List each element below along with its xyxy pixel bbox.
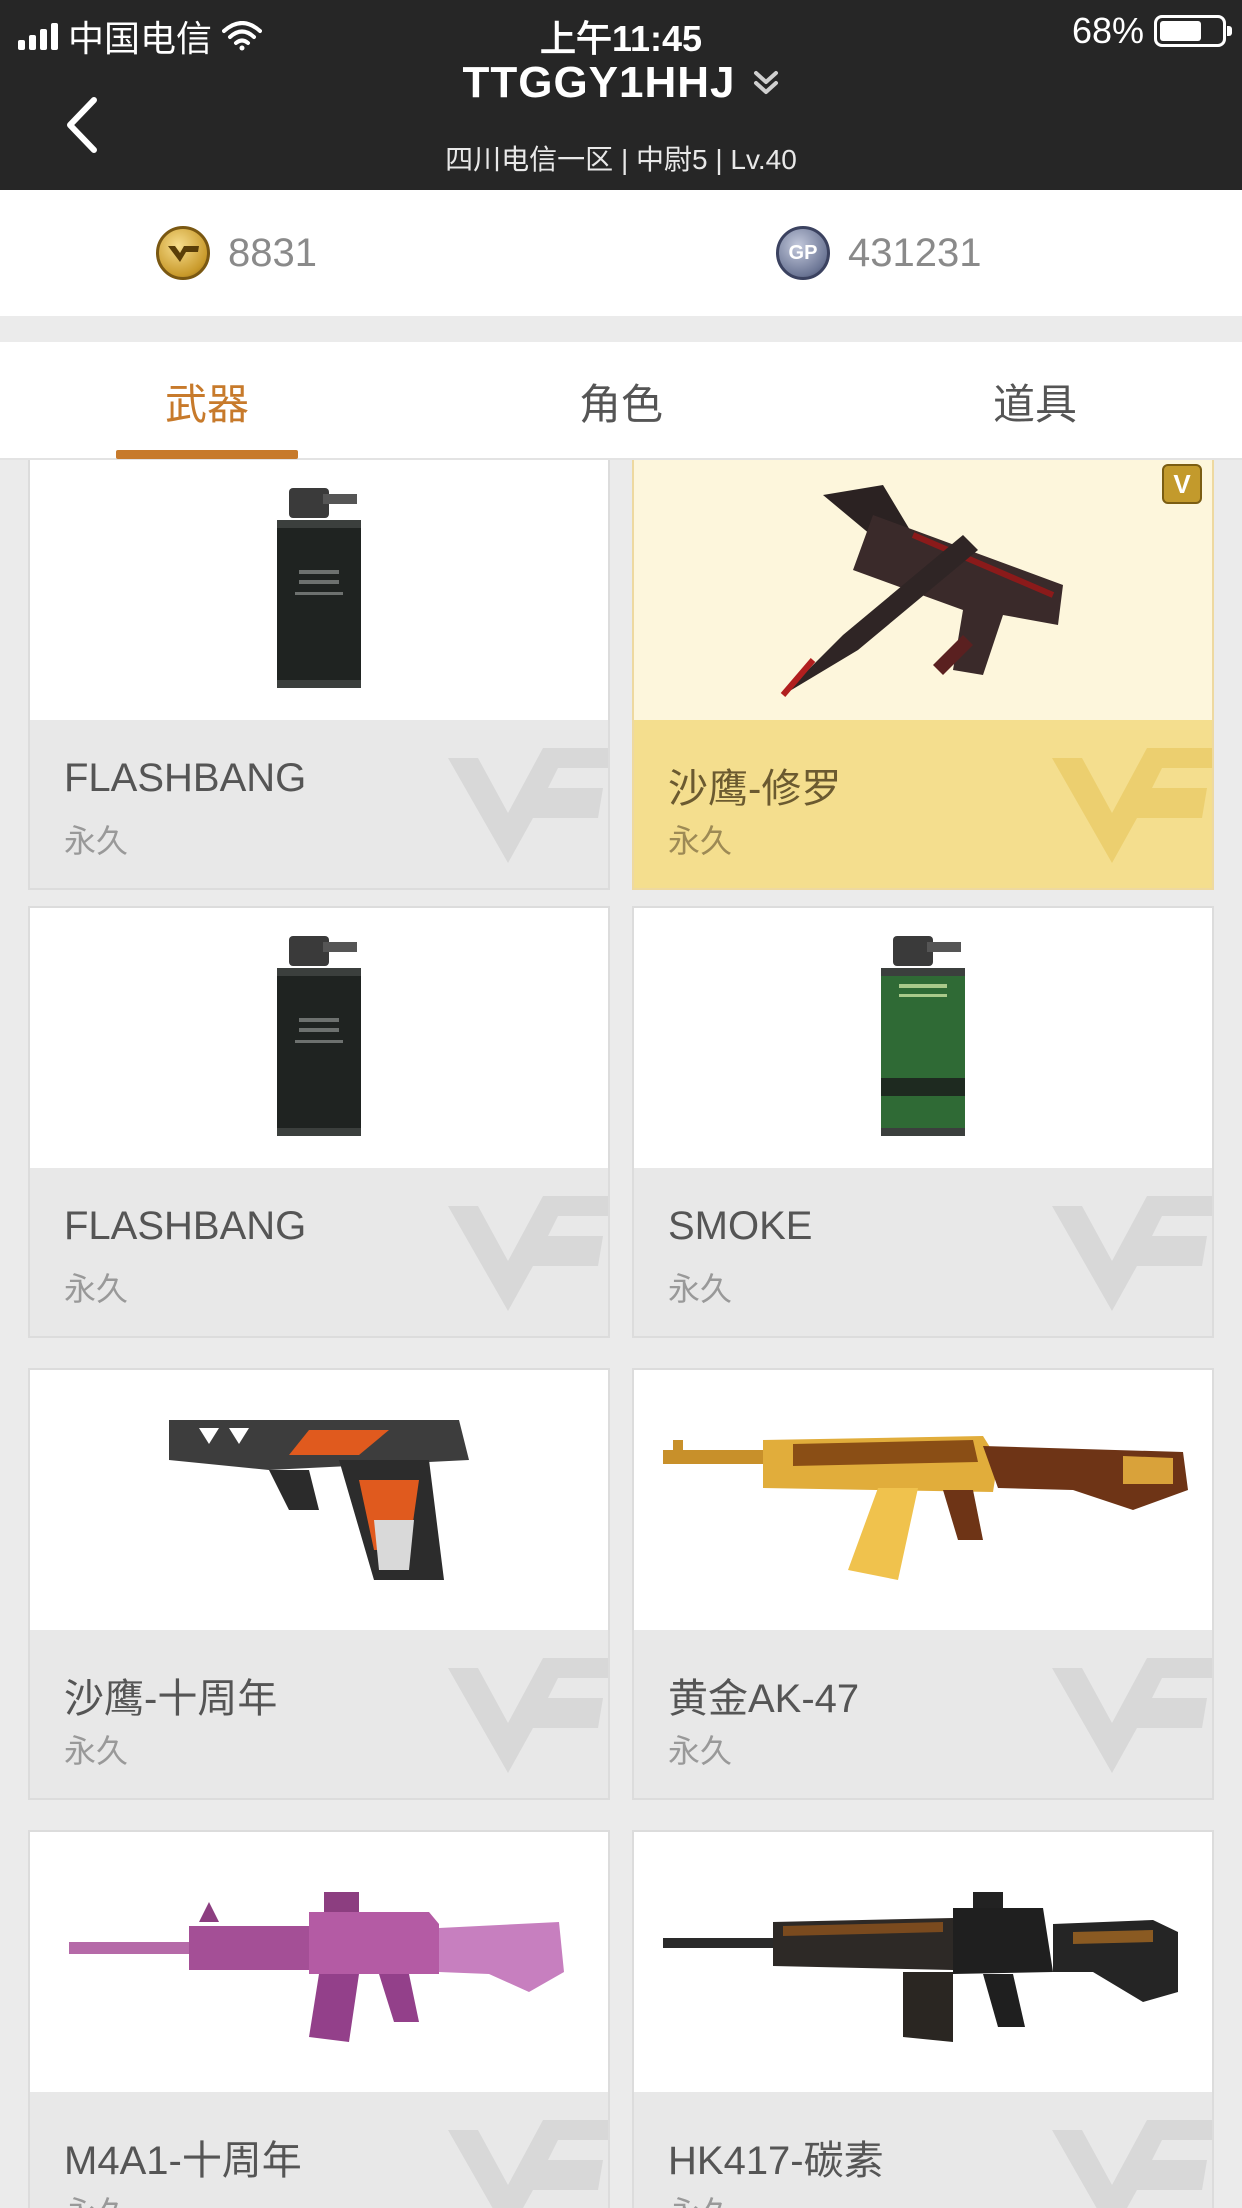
cf-coin-icon <box>156 226 210 280</box>
cf-logo-watermark-icon <box>448 1658 608 1773</box>
m4a1-anniversary-icon <box>69 1892 564 2042</box>
item-info: FLASHBANG 永久 <box>30 1168 608 1336</box>
item-image <box>634 1370 1212 1630</box>
flashbang-grenade-icon <box>277 488 361 688</box>
item-info: 沙鹰-十周年 永久 <box>30 1630 608 1798</box>
item-image <box>30 1832 608 2092</box>
item-duration: 永久 <box>668 2188 732 2208</box>
item-info: M4A1-十周年 永久 <box>30 2092 608 2208</box>
battery-percent: 68% <box>1071 10 1144 51</box>
inventory-card[interactable]: 黄金AK-47 永久 <box>632 1368 1214 1800</box>
smoke-grenade-icon <box>881 936 965 1136</box>
item-info: HK417-碳素 永久 <box>634 2092 1212 2208</box>
status-time: 上午11:45 <box>539 18 703 59</box>
item-name: FLASHBANG <box>64 756 307 800</box>
item-name: HK417-碳素 <box>668 2139 884 2183</box>
page-title: TTGGY1HHJ <box>462 58 736 107</box>
active-tab-indicator <box>116 450 298 459</box>
inventory-card[interactable]: M4A1-十周年 永久 <box>28 1830 610 2208</box>
cf-logo-watermark-icon <box>1052 748 1212 863</box>
inventory-card[interactable]: FLASHBANG 永久 <box>28 906 610 1338</box>
gp-coin-icon: GP <box>776 226 830 280</box>
hk417-carbon-icon <box>663 1892 1178 2042</box>
item-name: 黄金AK-47 <box>668 1677 860 1721</box>
item-duration: 永久 <box>64 823 129 859</box>
flashbang-grenade-icon <box>277 936 361 1136</box>
item-image <box>30 908 608 1168</box>
item-duration: 永久 <box>64 2188 128 2208</box>
tab-characters[interactable]: 角色 <box>414 342 828 460</box>
inventory-card[interactable]: V 沙鹰-修罗 永久 <box>632 460 1214 890</box>
cf-logo-watermark-icon <box>1052 2120 1212 2208</box>
category-tabs: 武器 角色 道具 <box>0 342 1242 460</box>
double-chevron-down-icon <box>753 71 778 94</box>
item-image <box>634 1832 1212 2092</box>
item-name: M4A1-十周年 <box>64 2139 302 2183</box>
battery-fill <box>1160 21 1201 41</box>
status-right: 68% <box>1071 10 1232 52</box>
item-duration: 永久 <box>668 823 733 859</box>
item-info: SMOKE 永久 <box>634 1168 1212 1336</box>
inventory-card[interactable]: FLASHBANG 永久 <box>28 460 610 890</box>
item-duration: 永久 <box>64 1271 129 1307</box>
inventory-grid: FLASHBANG 永久 V 沙鹰-修罗 永久 FLASHBANG 永久 SMO… <box>0 460 1242 2208</box>
top-header: 中国电信 上午11:45 68% TTGGY1HHJ 四川电信一区 | 中尉5 … <box>0 0 1242 190</box>
item-image <box>634 460 1212 720</box>
gp-points: GP 431231 <box>776 226 981 280</box>
item-info: FLASHBANG 永久 <box>30 720 608 888</box>
item-image <box>30 460 608 720</box>
item-name: 沙鹰-十周年 <box>64 1677 278 1721</box>
currency-bar: 8831 GP 431231 <box>0 190 1242 316</box>
inventory-card[interactable]: HK417-碳素 永久 <box>632 1830 1214 2208</box>
item-duration: 永久 <box>668 1733 733 1769</box>
item-name: 沙鹰-修罗 <box>668 767 842 811</box>
cf-logo-watermark-icon <box>448 748 608 863</box>
gp-points-value: 431231 <box>848 230 982 275</box>
item-duration: 永久 <box>64 1733 129 1769</box>
cf-points-value: 8831 <box>228 230 317 275</box>
item-image <box>634 908 1212 1168</box>
title-area[interactable]: TTGGY1HHJ <box>0 58 1242 108</box>
tab-weapons[interactable]: 武器 <box>0 342 414 460</box>
inventory-card[interactable]: SMOKE 永久 <box>632 906 1214 1338</box>
cf-logo-watermark-icon <box>1052 1196 1212 1311</box>
tab-items[interactable]: 道具 <box>828 342 1242 460</box>
battery-icon <box>1154 15 1232 47</box>
account-subtitle: 四川电信一区 | 中尉5 | Lv.40 <box>445 144 797 175</box>
cf-logo-watermark-icon <box>1052 1658 1212 1773</box>
inventory-card[interactable]: 沙鹰-十周年 永久 <box>28 1368 610 1800</box>
item-duration: 永久 <box>668 1271 733 1307</box>
cf-points: 8831 <box>156 226 317 280</box>
cf-logo-watermark-icon <box>448 1196 608 1311</box>
item-info: 沙鹰-修罗 永久 <box>634 720 1212 888</box>
item-name: SMOKE <box>668 1204 813 1248</box>
desert-eagle-anniversary-icon <box>169 1420 469 1580</box>
status-bar: 中国电信 上午11:45 68% <box>0 0 1242 59</box>
item-image <box>30 1370 608 1630</box>
item-name: FLASHBANG <box>64 1204 307 1248</box>
account-switcher[interactable]: TTGGY1HHJ <box>462 58 779 108</box>
v-badge: V <box>1162 464 1202 504</box>
cf-logo-watermark-icon <box>448 2120 608 2208</box>
item-info: 黄金AK-47 永久 <box>634 1630 1212 1798</box>
golden-ak47-icon <box>663 1436 1188 1580</box>
desert-eagle-asura-icon <box>780 485 1063 697</box>
